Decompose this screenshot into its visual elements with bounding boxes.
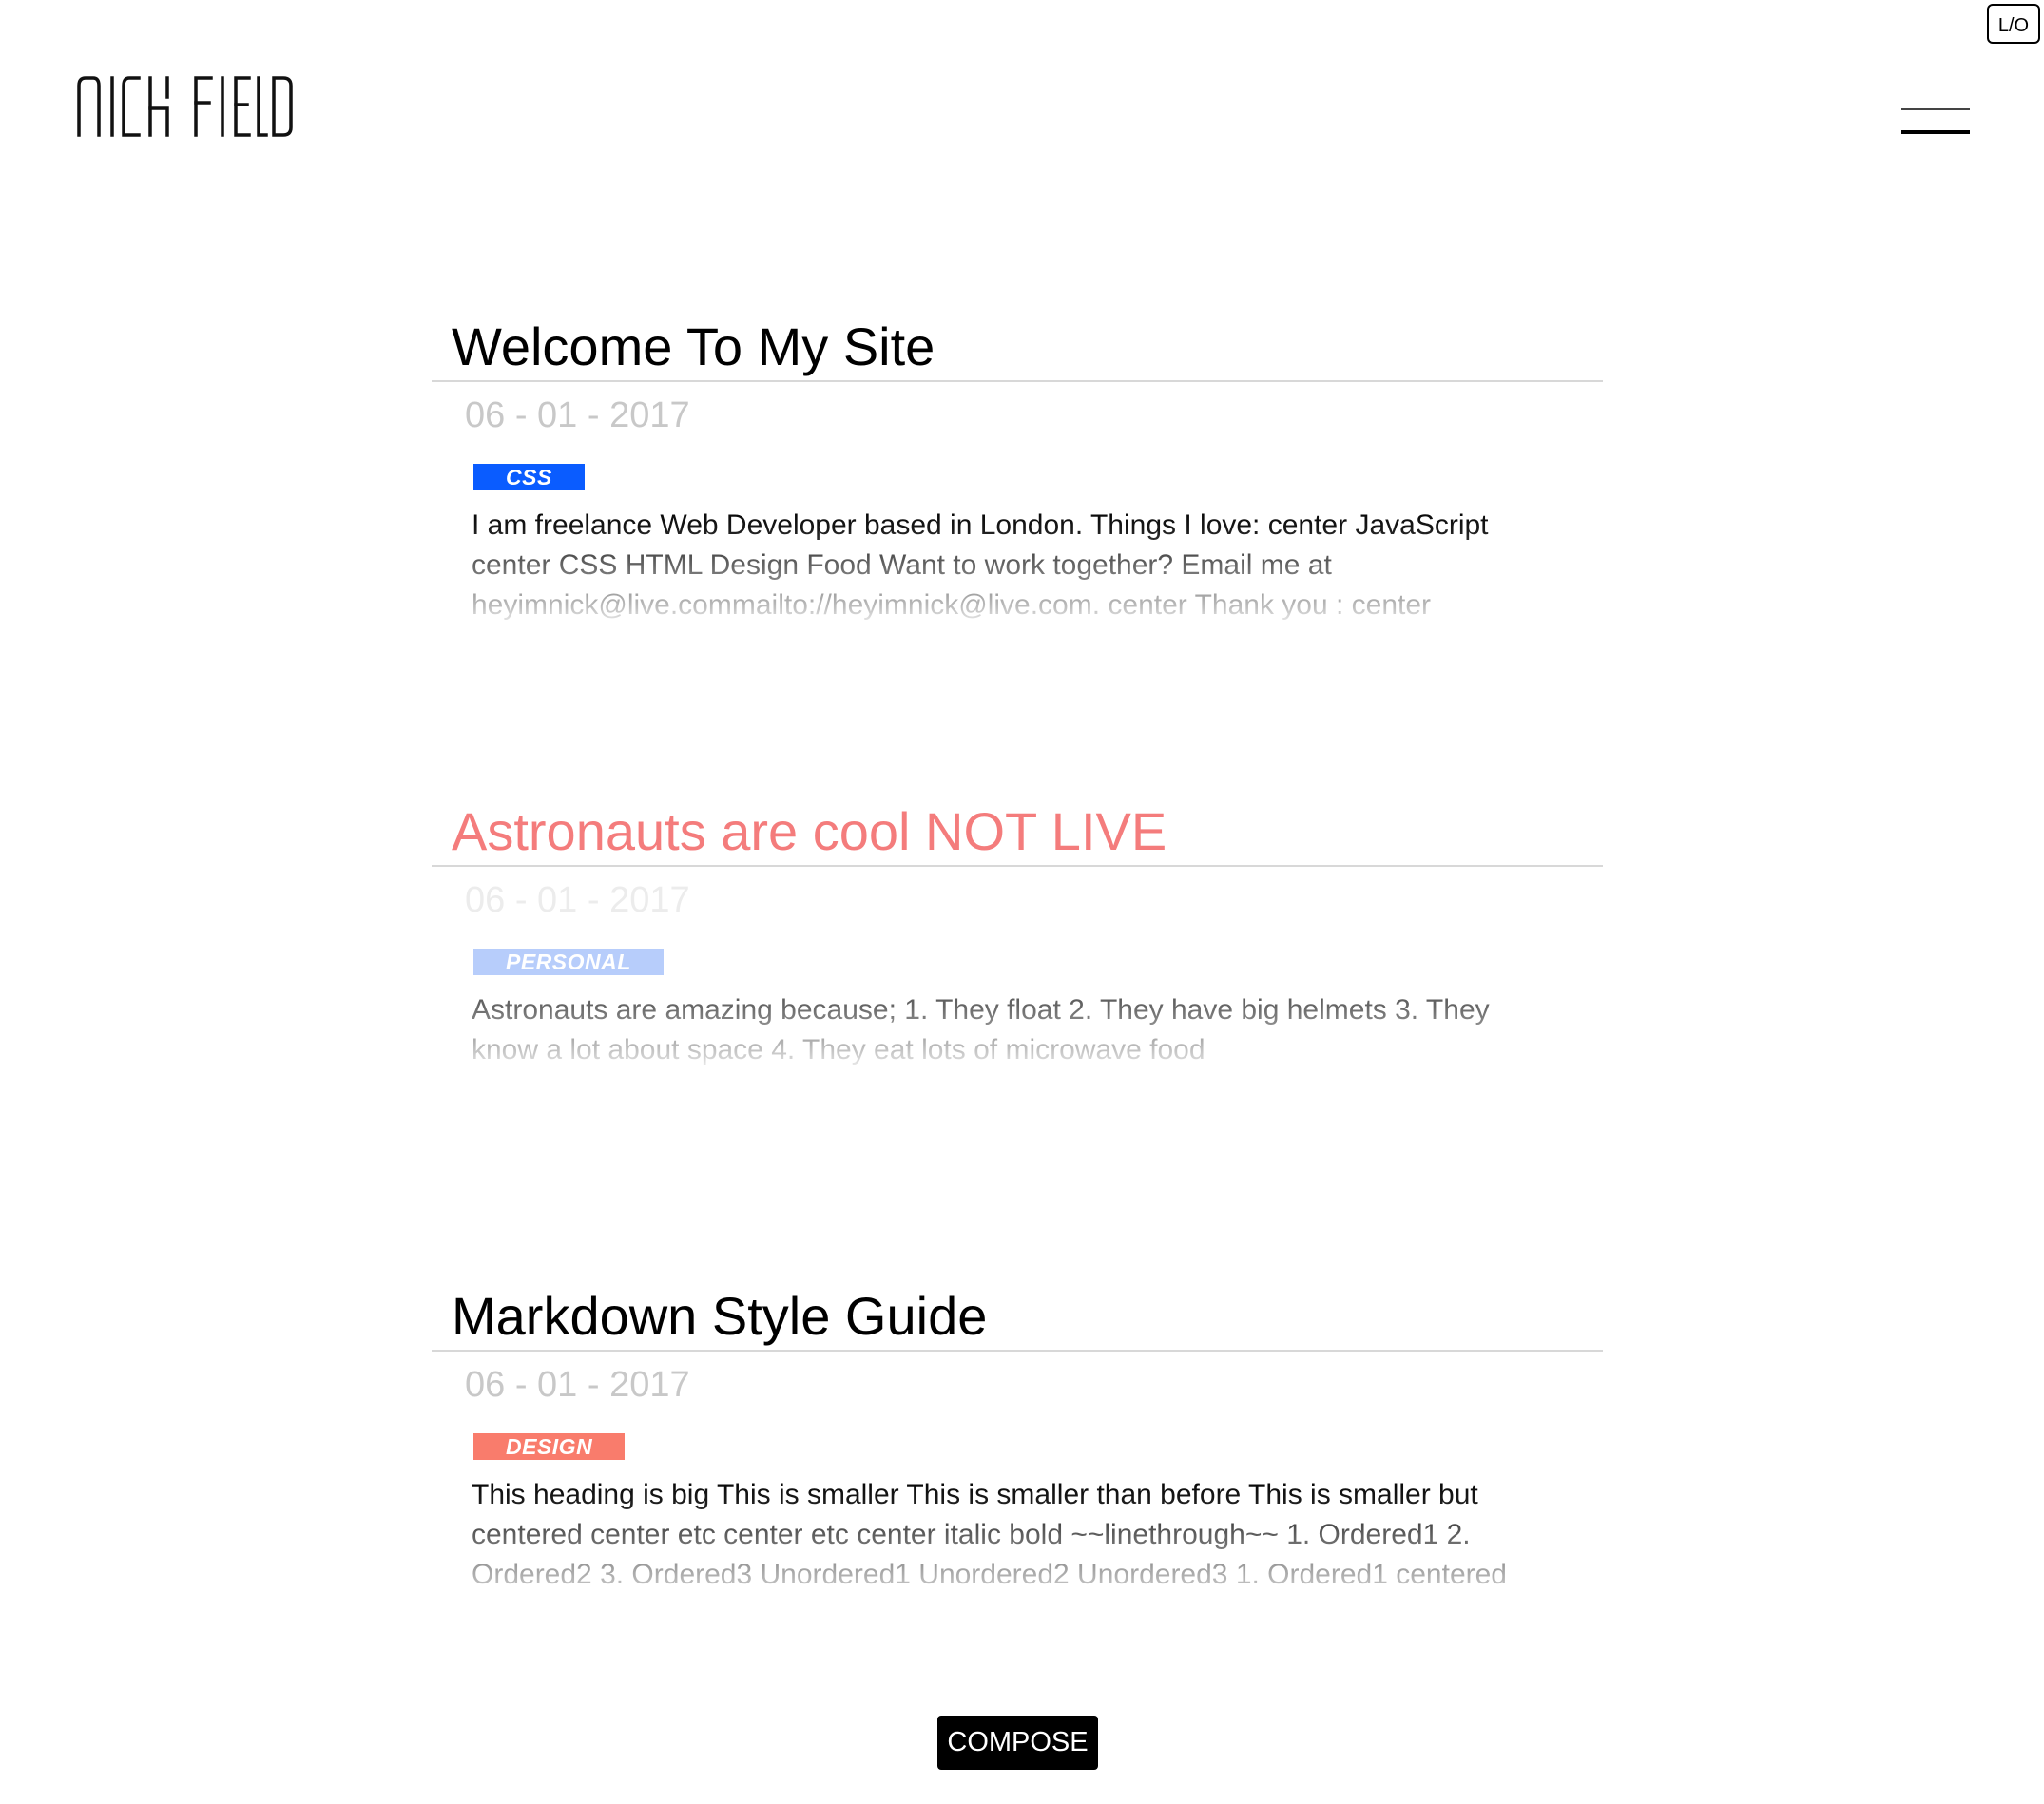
post-card[interactable]: Astronauts are cool NOT LIVE 06 - 01 - 2…: [432, 798, 1603, 1070]
post-divider: [432, 1350, 1603, 1352]
post-divider: [432, 380, 1603, 382]
hamburger-menu-icon[interactable]: [1901, 84, 1970, 135]
post-date: 06 - 01 - 2017: [465, 1365, 690, 1405]
post-title[interactable]: Astronauts are cool NOT LIVE: [432, 798, 1603, 865]
post-excerpt: Astronauts are amazing because; 1. They …: [472, 990, 1555, 1070]
post-card[interactable]: Markdown Style Guide 06 - 01 - 2017 DESI…: [432, 1283, 1603, 1602]
post-tag-css[interactable]: CSS: [473, 464, 585, 490]
menu-bar: [1901, 130, 1970, 134]
site-logo[interactable]: [76, 74, 295, 141]
post-excerpt: I am freelance Web Developer based in Lo…: [472, 506, 1555, 625]
menu-bar: [1901, 108, 1970, 110]
post-divider: [432, 865, 1603, 867]
post-date: 06 - 01 - 2017: [465, 880, 690, 920]
post-tag-design[interactable]: DESIGN: [473, 1433, 626, 1460]
post-card[interactable]: Welcome To My Site 06 - 01 - 2017 CSS I …: [432, 314, 1603, 625]
post-date: 06 - 01 - 2017: [465, 395, 690, 435]
post-title[interactable]: Markdown Style Guide: [432, 1283, 1603, 1350]
page: L/O Welcome To My Site 06 - 01 - 2017 CS…: [0, 0, 2044, 1804]
post-excerpt: This heading is big This is smaller This…: [472, 1475, 1555, 1602]
post-tag-personal[interactable]: PERSONAL: [473, 949, 664, 975]
post-title[interactable]: Welcome To My Site: [432, 314, 1603, 380]
login-logout-button[interactable]: L/O: [1987, 4, 2040, 44]
nickfield-logo-icon: [77, 76, 293, 137]
compose-button[interactable]: COMPOSE: [937, 1716, 1098, 1770]
